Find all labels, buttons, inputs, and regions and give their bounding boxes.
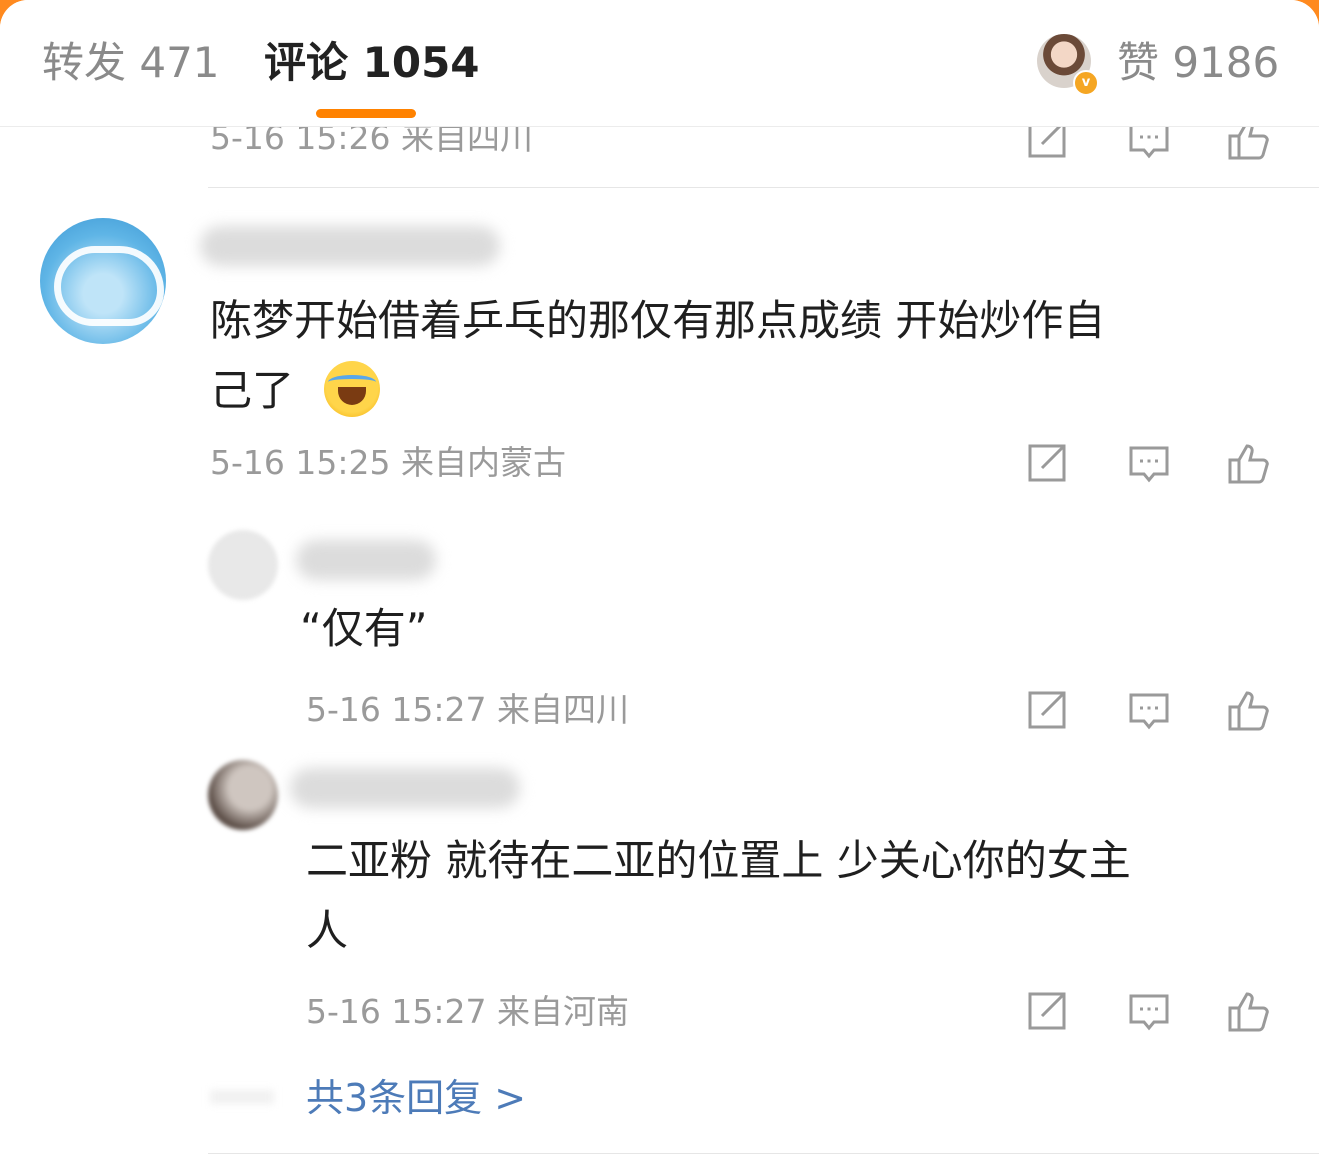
divider — [208, 1153, 1319, 1154]
laughing-crying-emoji-icon — [324, 361, 380, 417]
comment-icon[interactable] — [1126, 988, 1172, 1034]
blurred-username[interactable] — [290, 768, 520, 808]
reply-meta: 5-16 15:27 来自河南 — [306, 992, 629, 1031]
blurred-username[interactable] — [296, 540, 436, 580]
comment-sheet: 转发 471 评论 1054 v 赞 9186 5-16 15:26 来自四川 … — [0, 0, 1319, 1162]
tab-bar: 转发 471 评论 1054 v 赞 9186 — [0, 0, 1319, 127]
blurred-username[interactable] — [200, 226, 500, 266]
reply-avatar[interactable] — [208, 530, 278, 600]
comment-text-line1: 陈梦开始借着乒乓的那仅有那点成绩 开始炒作自 — [210, 296, 1106, 345]
verified-badge-icon: v — [1073, 70, 1099, 96]
comment-icon[interactable] — [1126, 687, 1172, 733]
thumbs-up-icon[interactable] — [1226, 988, 1272, 1034]
tab-repost[interactable]: 转发 471 — [42, 36, 220, 90]
reply-text-line2: 人 — [306, 906, 349, 955]
reply-avatar[interactable] — [208, 760, 278, 830]
comment-text-line2: 己了 — [210, 366, 295, 415]
reply-meta: 5-16 15:27 来自四川 — [306, 690, 629, 729]
active-tab-indicator — [316, 109, 416, 118]
repost-icon[interactable] — [1024, 687, 1070, 733]
tab-comment[interactable]: 评论 1054 — [264, 36, 480, 90]
cloud-avatar-icon — [54, 246, 164, 326]
repost-icon[interactable] — [1024, 440, 1070, 486]
reply-text-line1: 二亚粉 就待在二亚的位置上 少关心你的女主 — [306, 836, 1131, 885]
divider — [208, 187, 1319, 188]
faint-placeholder — [210, 1090, 274, 1104]
comment-icon[interactable] — [1126, 440, 1172, 486]
more-replies-link[interactable]: 共3条回复 > — [306, 1074, 526, 1122]
comment-meta: 5-16 15:25 来自内蒙古 — [210, 443, 566, 482]
commenter-avatar[interactable] — [40, 218, 166, 344]
tab-like[interactable]: 赞 9186 — [1117, 36, 1279, 90]
repost-icon[interactable] — [1024, 988, 1070, 1034]
thumbs-up-icon[interactable] — [1226, 687, 1272, 733]
thumbs-up-icon[interactable] — [1226, 440, 1272, 486]
reply-text: “仅有” — [300, 604, 428, 653]
